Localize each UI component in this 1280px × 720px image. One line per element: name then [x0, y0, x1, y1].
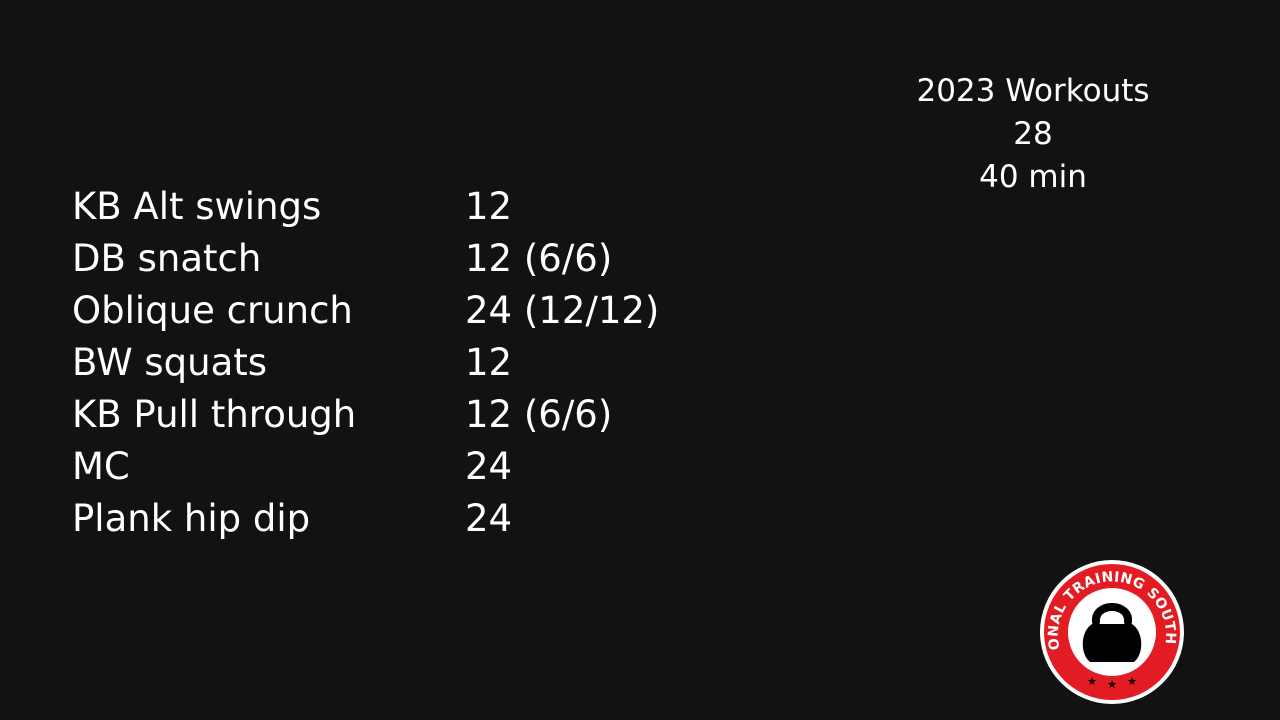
exercise-name: MC: [72, 445, 130, 488]
brand-logo: FUNCTIONAL TRAINING SOUTH AFRICA ★ ★ ★: [1032, 546, 1186, 706]
exercise-name: DB snatch: [72, 237, 262, 280]
workout-row: Oblique crunch 24 (12/12): [72, 285, 705, 337]
workout-row: MC 24: [72, 441, 705, 493]
workout-row: DB snatch 12 (6/6): [72, 233, 705, 285]
workout-number: 28: [1013, 116, 1053, 152]
exercise-name: KB Alt swings: [72, 185, 322, 228]
header-title: 2023 Workouts: [916, 73, 1150, 109]
exercise-reps: 12 (6/6): [465, 237, 613, 280]
workout-duration: 40 min: [979, 159, 1087, 195]
workout-row: KB Alt swings 12: [72, 181, 705, 233]
exercise-reps: 12: [465, 185, 513, 228]
workout-row: KB Pull through 12 (6/6): [72, 389, 705, 441]
svg-text:★: ★: [1087, 675, 1097, 688]
workout-row: BW squats 12: [72, 337, 705, 389]
logo-seal: FUNCTIONAL TRAINING SOUTH AFRICA ★ ★ ★: [1032, 546, 1184, 704]
exercise-name: KB Pull through: [72, 393, 357, 436]
workout-header: 2023 Workouts 28 40 min: [883, 70, 1183, 199]
exercise-reps: 24: [465, 497, 513, 540]
exercise-reps: 24: [465, 445, 513, 488]
exercise-name: BW squats: [72, 341, 268, 384]
workout-list: KB Alt swings 12 DB snatch 12 (6/6) Obli…: [72, 181, 705, 545]
exercise-reps: 12 (6/6): [465, 393, 613, 436]
exercise-reps: 24 (12/12): [465, 289, 660, 332]
exercise-reps: 12: [465, 341, 513, 384]
svg-text:★: ★: [1107, 678, 1117, 691]
exercise-name: Plank hip dip: [72, 497, 311, 540]
workout-row: Plank hip dip 24: [72, 493, 705, 545]
svg-text:★: ★: [1127, 675, 1137, 688]
exercise-name: Oblique crunch: [72, 289, 353, 332]
